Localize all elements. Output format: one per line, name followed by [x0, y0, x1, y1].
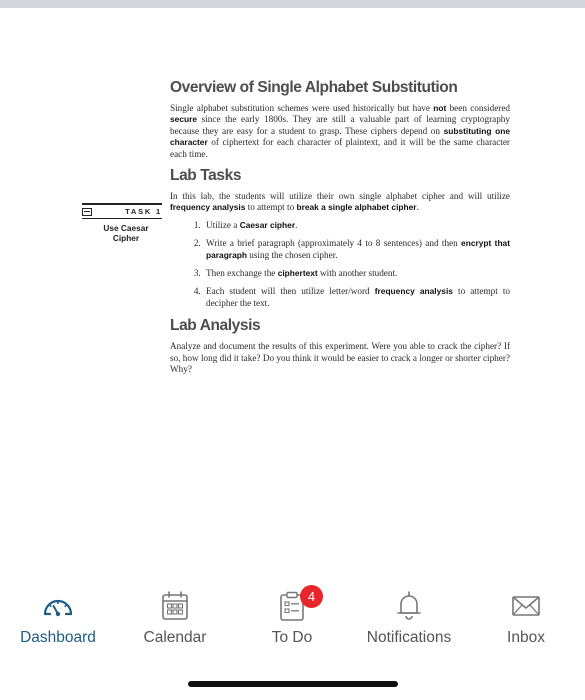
tab-label-notifications: Notifications — [366, 629, 452, 646]
task-caption-line-2: Cipher — [112, 233, 140, 243]
task-top-rule — [82, 203, 162, 205]
page: TASK 1 Use Caesar Cipher Overview of Sin… — [0, 0, 585, 700]
overview-paragraph: Single alphabet substitution schemes wer… — [170, 103, 510, 160]
lab-analysis-paragraph: Analyze and document the results of this… — [170, 341, 510, 375]
task-item-text: . — [295, 219, 298, 230]
task-item-text: using the chosen cipher. — [246, 249, 338, 260]
task-item-keyword: Caesar cipher — [239, 219, 296, 230]
tab-calendar[interactable]: Calendar — [117, 582, 233, 654]
top-status-strip — [0, 0, 585, 8]
tasks-intro-text-3: . — [416, 202, 419, 213]
overview-keyword-not: not — [433, 103, 447, 113]
task-item-text: Each student will then utilize letter/wo… — [206, 286, 375, 297]
lab-analysis-heading: Lab Analysis — [170, 317, 261, 335]
task-item-text: Then exchange the — [206, 268, 278, 279]
lab-task-item: Utilize a Caesar cipher. — [203, 220, 510, 231]
lab-tasks-intro: In this lab, the students will utilize t… — [170, 191, 510, 214]
task-caption-line-1: Use Caesar — [103, 223, 149, 233]
calendar-icon — [160, 590, 190, 627]
task-item-text: with another student. — [317, 268, 398, 279]
task-item-keyword: ciphertext — [277, 268, 318, 279]
document-body: Overview of Single Alphabet Substitution… — [170, 78, 510, 382]
tab-notifications[interactable]: Notifications — [351, 582, 467, 654]
overview-text-1: Single alphabet substitution schemes wer… — [170, 103, 434, 113]
overview-keyword-secure: secure — [170, 114, 198, 125]
task-icon — [82, 207, 92, 216]
overview-text-2: been considered — [446, 103, 511, 113]
tab-label-inbox: Inbox — [507, 629, 545, 646]
tab-label-todo: To Do — [271, 629, 313, 646]
lab-tasks-heading: Lab Tasks — [170, 167, 242, 185]
tasks-intro-text-1: In this lab, the students will utilize t… — [170, 191, 510, 202]
tab-inbox[interactable]: Inbox — [468, 582, 584, 654]
lab-task-item: Each student will then utilize letter/wo… — [203, 286, 510, 309]
tasks-intro-keyword-frequency: frequency analysis — [170, 202, 246, 213]
todo-count-badge: 4 — [300, 585, 323, 608]
lab-task-list: Utilize a Caesar cipher. Write a brief p… — [170, 220, 510, 309]
tab-todo[interactable]: 4 To Do — [234, 582, 350, 654]
task-item-text: Write a brief paragraph (approximately 4… — [206, 238, 462, 249]
lab-task-item: Write a brief paragraph (approximately 4… — [203, 238, 510, 261]
task-tag: TASK 1 — [82, 207, 162, 219]
home-indicator[interactable] — [188, 681, 398, 687]
task-caption: Use Caesar Cipher — [82, 223, 162, 243]
bottom-tab-bar: Dashboard Calendar 4 To Do Notifications… — [0, 582, 585, 662]
tab-dashboard[interactable]: Dashboard — [0, 582, 116, 654]
tab-label-calendar: Calendar — [143, 629, 207, 646]
task-tag-label: TASK 1 — [125, 207, 162, 216]
task-item-text: Utilize a — [206, 219, 240, 230]
tasks-intro-keyword-break: break a single alphabet cipher — [296, 202, 417, 213]
overview-heading: Overview of Single Alphabet Substitution — [170, 79, 458, 96]
dashboard-gauge-icon — [40, 590, 76, 625]
tasks-intro-text-2: to attempt to — [245, 202, 297, 213]
envelope-icon — [510, 590, 542, 625]
overview-text-4: of ciphertext for each character of plai… — [170, 137, 510, 159]
lab-task-item: Then exchange the ciphertext with anothe… — [203, 268, 510, 279]
task-sidebar-box: TASK 1 Use Caesar Cipher — [82, 203, 162, 243]
bell-icon — [394, 590, 424, 627]
tab-label-dashboard: Dashboard — [20, 629, 96, 646]
task-item-keyword: frequency analysis — [374, 286, 453, 297]
